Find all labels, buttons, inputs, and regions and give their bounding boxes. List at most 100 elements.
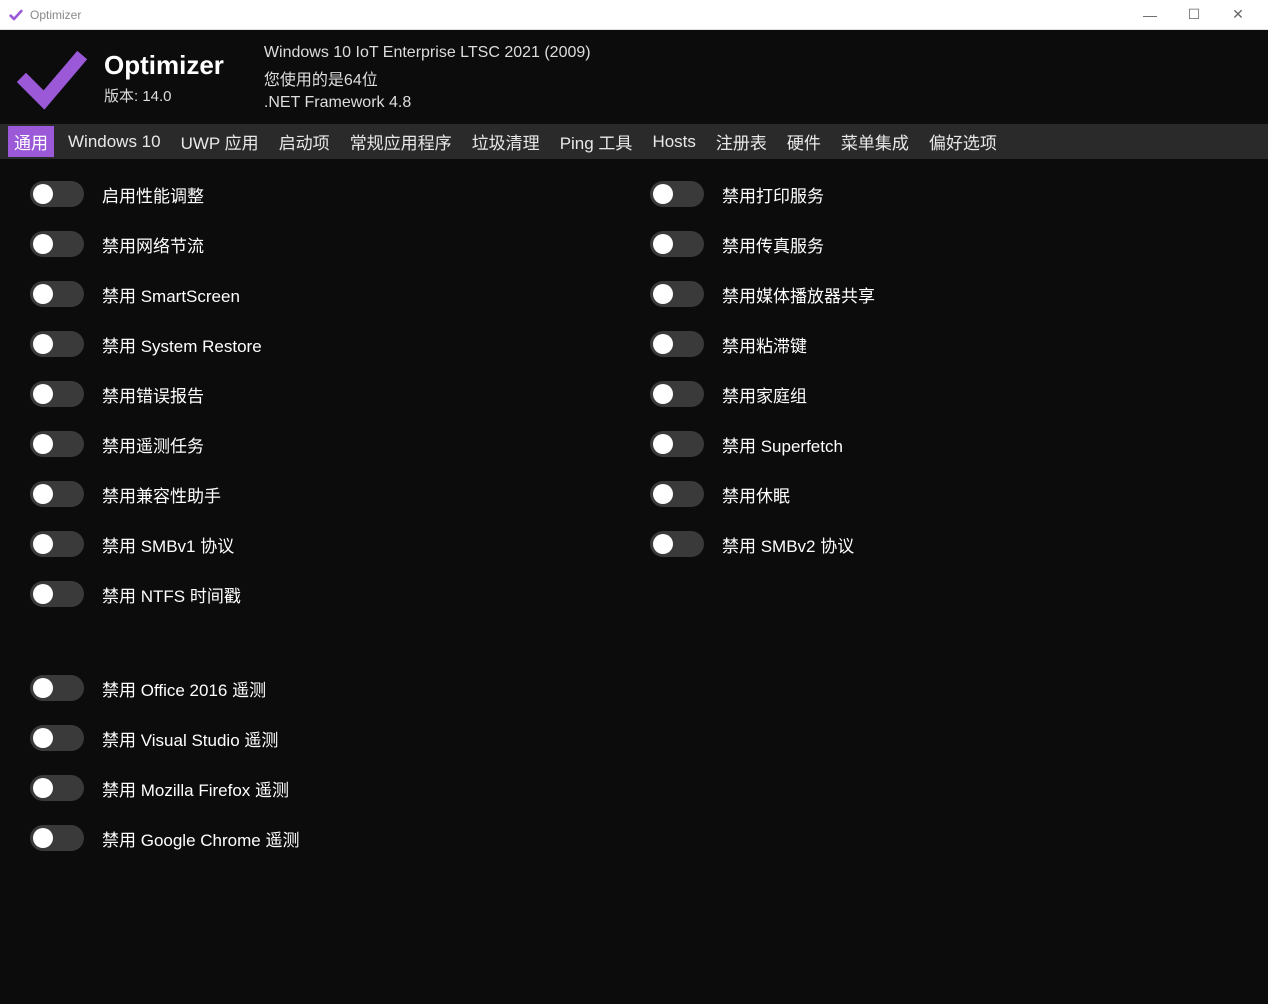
option-row: 禁用 SMBv2 协议 (650, 531, 1210, 557)
option-row: 禁用 NTFS 时间戳 (30, 581, 590, 607)
option-row: 启用性能调整 (30, 181, 590, 207)
spacer (30, 631, 590, 651)
toggle-compat-assistant[interactable] (30, 481, 84, 507)
option-label: 禁用 Mozilla Firefox 遥测 (102, 776, 289, 801)
tab-windows10[interactable]: Windows 10 (62, 129, 167, 155)
toggle-vs-telemetry[interactable] (30, 725, 84, 751)
tab-general[interactable]: 通用 (8, 126, 54, 157)
arch-line: 您使用的是64位 (264, 66, 591, 90)
toggle-telemetry-tasks[interactable] (30, 431, 84, 457)
tabs-bar: 通用 Windows 10 UWP 应用 启动项 常规应用程序 垃圾清理 Pin… (0, 124, 1268, 159)
app-icon (8, 7, 24, 23)
content: 启用性能调整 禁用网络节流 禁用 SmartScreen 禁用 System R… (0, 159, 1268, 873)
tab-options[interactable]: 偏好选项 (923, 126, 1003, 157)
toggle-homegroup[interactable] (650, 381, 704, 407)
toggle-knob (653, 534, 673, 554)
options-column-left: 启用性能调整 禁用网络节流 禁用 SmartScreen 禁用 System R… (30, 181, 590, 851)
toggle-network-throttling[interactable] (30, 231, 84, 257)
option-label: 禁用媒体播放器共享 (722, 282, 875, 307)
option-label: 禁用错误报告 (102, 382, 204, 407)
toggle-knob (653, 334, 673, 354)
option-row: 禁用 Google Chrome 遥测 (30, 825, 590, 851)
option-label: 禁用 Office 2016 遥测 (102, 676, 266, 701)
toggle-knob (653, 484, 673, 504)
tab-hosts[interactable]: Hosts (646, 129, 701, 155)
os-line: Windows 10 IoT Enterprise LTSC 2021 (200… (264, 44, 591, 62)
option-label: 禁用传真服务 (722, 232, 824, 257)
option-label: 禁用 NTFS 时间戳 (102, 582, 241, 607)
toggle-knob (33, 284, 53, 304)
option-label: 禁用网络节流 (102, 232, 204, 257)
toggle-knob (653, 184, 673, 204)
toggle-knob (33, 534, 53, 554)
options-column-right: 禁用打印服务 禁用传真服务 禁用媒体播放器共享 禁用粘滞键 禁用家庭组 禁用 S… (650, 181, 1210, 851)
header: Optimizer 版本: 14.0 Windows 10 IoT Enterp… (0, 30, 1268, 124)
toggle-knob (653, 384, 673, 404)
option-label: 禁用兼容性助手 (102, 482, 221, 507)
toggle-superfetch[interactable] (650, 431, 704, 457)
toggle-knob (33, 434, 53, 454)
titlebar: Optimizer — ☐ ✕ (0, 0, 1268, 30)
toggle-hibernation[interactable] (650, 481, 704, 507)
tab-integrator[interactable]: 菜单集成 (835, 126, 915, 157)
tab-uwp[interactable]: UWP 应用 (175, 126, 265, 157)
option-row: 禁用 SmartScreen (30, 281, 590, 307)
toggle-error-reporting[interactable] (30, 381, 84, 407)
option-label: 禁用粘滞键 (722, 332, 807, 357)
toggle-smbv2[interactable] (650, 531, 704, 557)
window-controls: — ☐ ✕ (1140, 6, 1260, 23)
window-title: Optimizer (30, 8, 1140, 22)
toggle-sticky-keys[interactable] (650, 331, 704, 357)
toggle-smbv1[interactable] (30, 531, 84, 557)
close-button[interactable]: ✕ (1228, 6, 1248, 23)
toggle-media-sharing[interactable] (650, 281, 704, 307)
option-row: 禁用休眠 (650, 481, 1210, 507)
tab-ping[interactable]: Ping 工具 (554, 126, 639, 157)
toggle-knob (653, 434, 673, 454)
header-title-block: Optimizer 版本: 14.0 (104, 50, 224, 106)
option-row: 禁用传真服务 (650, 231, 1210, 257)
tab-startup[interactable]: 启动项 (273, 126, 336, 157)
tab-cleaner[interactable]: 垃圾清理 (466, 126, 546, 157)
option-row: 禁用 Superfetch (650, 431, 1210, 457)
option-row: 禁用打印服务 (650, 181, 1210, 207)
toggle-knob (33, 584, 53, 604)
toggle-knob (33, 184, 53, 204)
toggle-knob (33, 484, 53, 504)
toggle-ntfs-timestamp[interactable] (30, 581, 84, 607)
toggle-office-telemetry[interactable] (30, 675, 84, 701)
app-body: Optimizer 版本: 14.0 Windows 10 IoT Enterp… (0, 30, 1268, 1004)
option-row: 禁用 Mozilla Firefox 遥测 (30, 775, 590, 801)
toggle-firefox-telemetry[interactable] (30, 775, 84, 801)
tab-apps[interactable]: 常规应用程序 (344, 126, 458, 157)
option-row: 禁用错误报告 (30, 381, 590, 407)
option-label: 禁用遥测任务 (102, 432, 204, 457)
option-row: 禁用兼容性助手 (30, 481, 590, 507)
option-row: 禁用媒体播放器共享 (650, 281, 1210, 307)
option-row: 禁用遥测任务 (30, 431, 590, 457)
minimize-button[interactable]: — (1140, 7, 1160, 23)
option-row: 禁用 System Restore (30, 331, 590, 357)
toggle-smartscreen[interactable] (30, 281, 84, 307)
tab-hardware[interactable]: 硬件 (781, 126, 827, 157)
option-row: 禁用家庭组 (650, 381, 1210, 407)
option-label: 禁用打印服务 (722, 182, 824, 207)
toggle-fax-service[interactable] (650, 231, 704, 257)
option-row: 禁用 Office 2016 遥测 (30, 675, 590, 701)
version-label: 版本: 14.0 (104, 85, 224, 106)
maximize-button[interactable]: ☐ (1184, 6, 1204, 23)
toggle-knob (33, 728, 53, 748)
tab-registry[interactable]: 注册表 (710, 126, 773, 157)
app-name: Optimizer (104, 50, 224, 81)
toggle-print-service[interactable] (650, 181, 704, 207)
option-label: 禁用家庭组 (722, 382, 807, 407)
toggle-knob (653, 284, 673, 304)
toggle-performance[interactable] (30, 181, 84, 207)
option-label: 禁用 Superfetch (722, 432, 843, 457)
dotnet-line: .NET Framework 4.8 (264, 94, 591, 112)
option-label: 禁用休眠 (722, 482, 790, 507)
option-row: 禁用网络节流 (30, 231, 590, 257)
toggle-system-restore[interactable] (30, 331, 84, 357)
toggle-chrome-telemetry[interactable] (30, 825, 84, 851)
toggle-knob (33, 384, 53, 404)
